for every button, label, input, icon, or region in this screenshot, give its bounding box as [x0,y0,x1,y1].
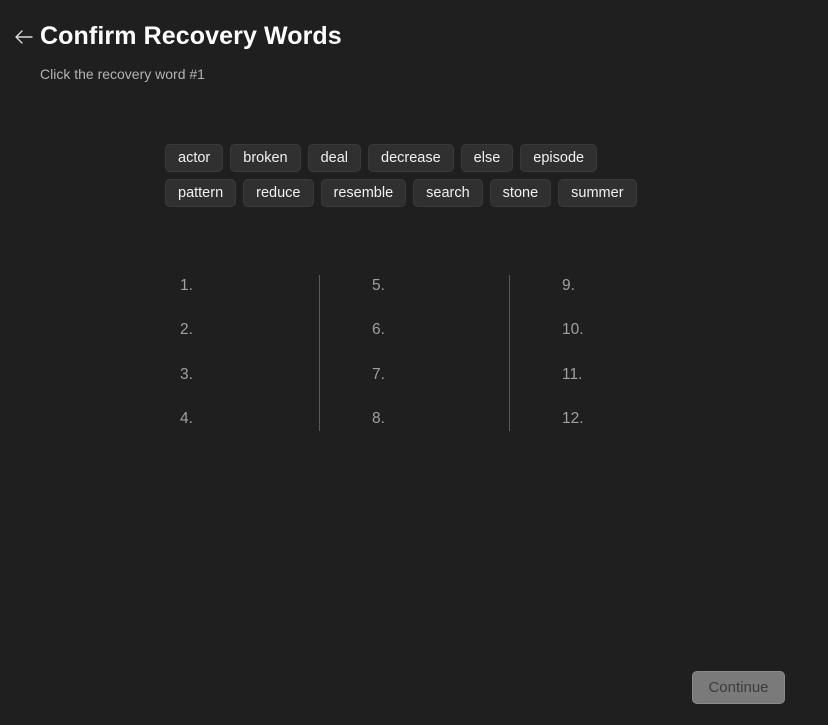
word-slot[interactable]: 8. [372,408,492,430]
word-chip[interactable]: decrease [368,144,454,172]
page-title: Confirm Recovery Words [40,22,342,50]
slot-column-1: 1. 2. 3. 4. [130,275,319,431]
word-chip[interactable]: reduce [243,179,314,207]
word-chip[interactable]: episode [520,144,598,172]
word-chip[interactable]: else [460,144,514,172]
word-chip[interactable]: deal [307,144,362,172]
slot-column-2: 5. 6. 7. 8. [319,275,509,431]
word-chip[interactable]: broken [230,144,301,172]
word-chip[interactable]: stone [489,179,552,207]
page-subtitle: Click the recovery word #1 [40,66,205,82]
continue-button[interactable]: Continue [692,671,785,704]
word-slot[interactable]: 4. [180,408,300,430]
word-slot[interactable]: 11. [562,364,682,386]
word-slot[interactable]: 5. [372,275,492,297]
word-slot[interactable]: 7. [372,364,492,386]
word-slot[interactable]: 1. [180,275,300,297]
word-choices: actor broken deal decrease else episode … [165,144,685,214]
word-slot[interactable]: 2. [180,319,300,341]
recovery-word-slots: 1. 2. 3. 4. 5. 6. 7. 8. 9. 10. 11. 12. [130,275,699,431]
header: Confirm Recovery Words [14,22,342,51]
word-chip[interactable]: search [413,179,483,207]
word-choices-row-1: actor broken deal decrease else episode [165,144,685,172]
word-slot[interactable]: 10. [562,319,682,341]
word-slot[interactable]: 6. [372,319,492,341]
word-chip[interactable]: summer [558,179,637,207]
back-button[interactable] [14,27,34,47]
word-chip[interactable]: pattern [165,179,237,207]
word-slot[interactable]: 9. [562,275,682,297]
arrow-left-icon [15,29,33,44]
word-slot[interactable]: 3. [180,364,300,386]
slot-column-3: 9. 10. 11. 12. [509,275,699,431]
word-slot[interactable]: 12. [562,408,682,430]
word-chip[interactable]: actor [165,144,224,172]
word-chip[interactable]: resemble [320,179,407,207]
word-choices-row-2: pattern reduce resemble search stone sum… [165,179,685,207]
